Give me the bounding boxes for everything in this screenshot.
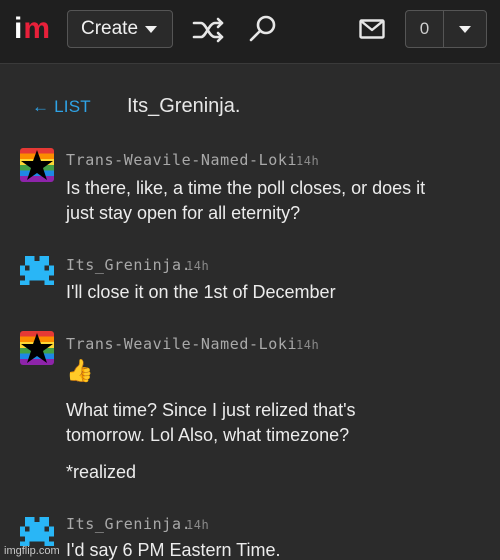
notifications-dropdown-button[interactable]: [444, 11, 486, 47]
imgflip-watermark: imgflip.com: [4, 545, 60, 557]
message-timestamp: 14h: [186, 518, 210, 532]
message-body: Is there, like, a time the poll closes, …: [66, 176, 486, 226]
message-username[interactable]: Its_Greninja.: [66, 515, 191, 533]
user-avatar-greninja[interactable]: [20, 256, 54, 290]
arrow-left-icon: ←: [32, 97, 50, 116]
message-line: tomorrow. Lol Also, what timezone?: [66, 425, 350, 445]
user-avatar-loki[interactable]: [20, 148, 54, 182]
thumbs-up-emoji: 👍: [66, 358, 94, 383]
user-avatar-loki[interactable]: [20, 331, 54, 365]
thread-title: Its_Greninja.: [127, 95, 241, 117]
message-body: I'll close it on the 1st of December: [66, 280, 486, 305]
shuffle-icon[interactable]: [190, 14, 228, 46]
caret-down-icon: [145, 25, 158, 33]
message-line: I'll close it on the 1st of December: [66, 282, 336, 302]
message-username[interactable]: Its_Greninja.: [66, 256, 191, 274]
message-body: What time? Since I just relized that's t…: [66, 398, 486, 448]
message-line: What time? Since I just relized that's: [66, 400, 356, 420]
message-line: I'd say 6 PM Eastern Time.: [66, 540, 281, 560]
logo-letter-i: i: [14, 12, 23, 45]
notifications-control[interactable]: 0: [405, 10, 487, 48]
message-line: Is there, like, a time the poll closes, …: [66, 178, 426, 198]
message-timestamp: 14h: [296, 154, 320, 168]
site-logo[interactable]: im: [14, 14, 50, 44]
back-link-label: LIST: [54, 97, 91, 116]
mail-icon[interactable]: [357, 14, 387, 44]
search-icon[interactable]: [246, 12, 280, 46]
logo-letter-m: m: [23, 12, 51, 45]
message-timestamp: 14h: [186, 259, 210, 273]
message-followup: *realized: [66, 462, 137, 482]
message-username[interactable]: Trans-Weavile-Named-Loki: [66, 335, 297, 353]
top-navbar: im Create 0: [0, 0, 500, 64]
message-timestamp: 14h: [296, 338, 320, 352]
message-body: I'd say 6 PM Eastern Time.: [66, 538, 486, 560]
message-line: just stay open for all eternity?: [66, 203, 301, 223]
create-button[interactable]: Create: [67, 10, 173, 48]
caret-down-icon: [459, 25, 471, 33]
create-button-label: Create: [81, 18, 139, 39]
notification-count[interactable]: 0: [406, 11, 444, 47]
back-to-list-link[interactable]: ← LIST: [32, 97, 91, 117]
message-username[interactable]: Trans-Weavile-Named-Loki: [66, 151, 297, 169]
